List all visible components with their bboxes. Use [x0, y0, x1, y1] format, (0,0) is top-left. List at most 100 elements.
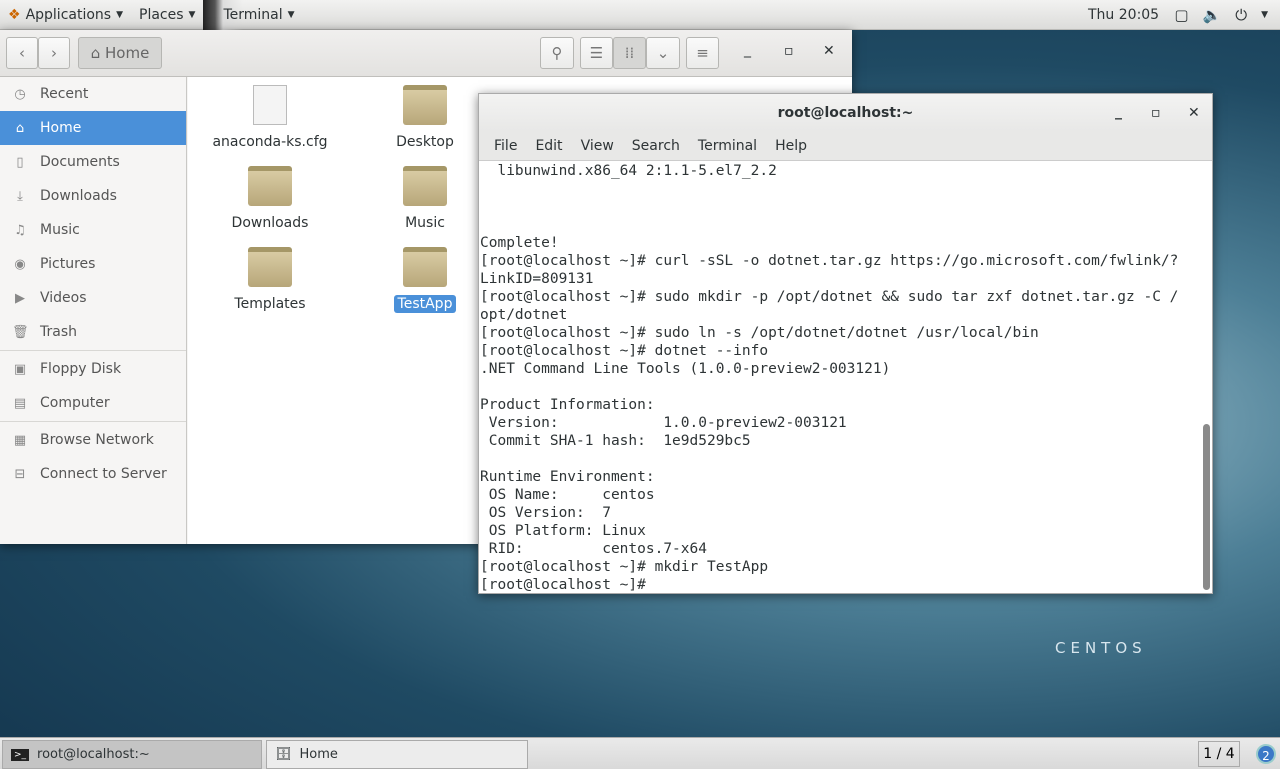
sidebar-item-label: Browse Network — [40, 432, 154, 448]
sidebar-item-recent[interactable]: ◷ Recent — [0, 77, 186, 111]
task-terminal[interactable]: >_ root@localhost:~ — [2, 740, 262, 769]
computer-icon: ▤ — [13, 395, 27, 411]
clock-icon: ◷ — [14, 86, 26, 102]
file-item[interactable]: anaconda-ks.cfg — [205, 85, 335, 151]
text-file-icon — [253, 85, 287, 125]
file-item[interactable]: Music — [360, 166, 490, 232]
file-name: Music — [405, 215, 445, 231]
task-home[interactable]: 🗄 Home — [266, 740, 528, 769]
back-button[interactable]: ‹ — [6, 37, 38, 69]
terminal-window: root@localhost:~ _ ▫ ✕ File Edit View Searc… — [478, 93, 1213, 594]
menu-search[interactable]: Search — [623, 138, 689, 154]
sidebar-item-label: Floppy Disk — [40, 361, 122, 377]
applications-menu[interactable]: ❖ Applications ▼ — [0, 0, 131, 30]
caret-down-icon: ▼ — [116, 9, 124, 20]
terminal-line: OS Platform: Linux — [480, 523, 646, 539]
menu-file[interactable]: File — [485, 138, 526, 154]
download-icon: ⤓ — [17, 188, 23, 204]
forward-button[interactable]: › — [38, 37, 70, 69]
sidebar-item-music[interactable]: ♫ Music — [0, 213, 186, 247]
folder-icon — [248, 247, 292, 287]
file-item[interactable]: Desktop — [360, 85, 490, 151]
file-name: Downloads — [231, 215, 309, 231]
list-view-button[interactable]: ☰ — [580, 37, 613, 69]
window-icon[interactable]: ▢ — [1174, 6, 1188, 24]
caret-down-icon[interactable]: ▼ — [1261, 6, 1268, 24]
workspace-indicator[interactable]: 1 / 4 — [1198, 741, 1240, 767]
minimize-button[interactable]: _ — [1115, 104, 1122, 120]
menu-terminal[interactable]: Terminal — [689, 138, 766, 154]
terminal-line: LinkID=809131 — [480, 271, 594, 287]
clock[interactable]: Thu 20:05 — [1088, 7, 1159, 23]
maximize-button[interactable]: ▫ — [784, 43, 794, 59]
terminal-line: Runtime Environment: — [480, 469, 655, 485]
terminal-line: libunwind.x86_64 2:1.1-5.el7_2.2 — [480, 163, 777, 179]
sidebar-item-trash[interactable]: 🗑 Trash — [0, 315, 186, 349]
list-icon: ☰ — [589, 44, 604, 62]
scrollbar[interactable] — [1203, 424, 1210, 590]
terminal-output[interactable]: libunwind.x86_64 2:1.1-5.el7_2.2 Complete… — [479, 162, 1212, 593]
volume-icon[interactable]: 🔈 — [1203, 6, 1222, 24]
sidebar-item-label: Pictures — [40, 256, 96, 272]
home-icon: ⌂ — [15, 120, 25, 136]
sidebar-item-connect-to-server[interactable]: ⊟ Connect to Server — [0, 457, 186, 491]
sidebar-item-pictures[interactable]: ◉ Pictures — [0, 247, 186, 281]
sidebar-item-videos[interactable]: ▶ Videos — [0, 281, 186, 315]
notification-badge[interactable]: 2 — [1256, 744, 1276, 764]
sidebar-separator — [0, 421, 186, 422]
folder-icon — [403, 247, 447, 287]
caret-down-icon: ▼ — [188, 9, 196, 20]
sidebar-item-label: Connect to Server — [40, 466, 167, 482]
power-icon[interactable]: ⏻ — [1235, 6, 1247, 24]
file-item[interactable]: Templates — [205, 247, 335, 313]
sidebar-item-label: Trash — [40, 324, 77, 340]
places-menu[interactable]: Places ▼ — [131, 0, 203, 30]
sidebar-item-label: Home — [40, 120, 82, 136]
maximize-button[interactable]: ▫ — [1151, 105, 1161, 121]
menu-button[interactable]: ≡ — [686, 37, 719, 69]
search-button[interactable]: ⚲ — [540, 37, 574, 69]
floppy-icon: ▣ — [13, 361, 27, 377]
grid-icon: ⁞⁞ — [624, 44, 635, 62]
sidebar-separator — [0, 350, 186, 351]
sidebar-item-documents[interactable]: ▯ Documents — [0, 145, 186, 179]
terminal-menubar: File Edit View Search Terminal Help — [479, 131, 1212, 161]
close-button[interactable]: ✕ — [1188, 105, 1200, 121]
sidebar-item-computer[interactable]: ▤ Computer — [0, 386, 186, 420]
gnome-foot-icon: ❖ — [8, 6, 21, 23]
terminal-line: Product Information: — [480, 397, 655, 413]
file-item[interactable]: Downloads — [205, 166, 335, 232]
view-options-button[interactable]: ⌄ — [646, 37, 680, 69]
terminal-line: [root@localhost ~]# curl -sSL -o dotnet.… — [480, 253, 1179, 269]
file-name: anaconda-ks.cfg — [212, 134, 328, 150]
minimize-button[interactable]: _ — [744, 42, 751, 58]
sidebar-item-browse-network[interactable]: ▦ Browse Network — [0, 423, 186, 457]
path-home-button[interactable]: ⌂ Home — [78, 37, 162, 69]
terminal-line: Version: 1.0.0-preview2-003121 — [480, 415, 847, 431]
terminal-icon: >_ — [11, 748, 30, 761]
file-item[interactable]: TestApp — [360, 247, 490, 313]
centos-logo-text: CENTOS — [1055, 639, 1147, 657]
menu-view[interactable]: View — [572, 138, 623, 154]
grid-view-button[interactable]: ⁞⁞ — [613, 37, 646, 69]
caret-down-icon: ▼ — [287, 9, 295, 20]
top-panel: ❖ Applications ▼ Places ▼ Terminal ▼ Thu 20:… — [0, 0, 1280, 30]
menu-help[interactable]: Help — [766, 138, 816, 154]
terminal-line: [root@localhost ~]# — [480, 577, 646, 593]
terminal-app-menu[interactable]: Terminal ▼ — [203, 0, 303, 30]
terminal-line: Commit SHA-1 hash: 1e9d529bc5 — [480, 433, 751, 449]
terminal-line: OS Version: 7 — [480, 505, 611, 521]
close-button[interactable]: ✕ — [823, 43, 835, 59]
terminal-titlebar[interactable]: root@localhost:~ _ ▫ ✕ — [479, 94, 1212, 131]
sidebar-item-label: Recent — [40, 86, 89, 102]
sidebar-item-home[interactable]: ⌂ Home — [0, 111, 186, 145]
taskbar: >_ root@localhost:~ 🗄 Home 1 / 4 2 — [0, 737, 1280, 769]
home-icon: ⌂ — [90, 44, 105, 62]
sidebar-item-floppy-disk[interactable]: ▣ Floppy Disk — [0, 352, 186, 386]
menu-edit[interactable]: Edit — [526, 138, 571, 154]
sidebar-item-downloads[interactable]: ⤓ Downloads — [0, 179, 186, 213]
video-icon: ▶ — [15, 290, 25, 306]
